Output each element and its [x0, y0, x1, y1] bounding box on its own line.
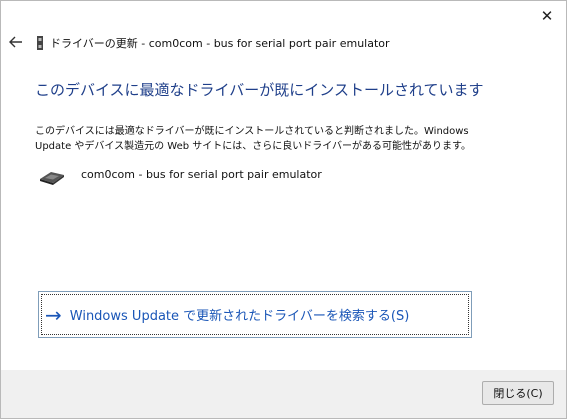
close-icon: ✕: [540, 7, 554, 25]
back-arrow-icon: [9, 36, 22, 48]
device-name: com0com - bus for serial port pair emula…: [81, 168, 322, 181]
window-title: ドライバーの更新 - com0com - bus for serial port…: [36, 35, 390, 51]
window-title-text: ドライバーの更新 - com0com - bus for serial port…: [50, 37, 390, 50]
footer-bar: 閉じる(C): [1, 370, 566, 418]
device-manager-icon: [37, 36, 43, 50]
close-button[interactable]: 閉じる(C): [482, 381, 554, 405]
arrow-right-icon: →: [45, 302, 62, 327]
close-window-button[interactable]: ✕: [536, 7, 558, 25]
update-driver-window: ✕ ドライバーの更新 - com0com - bus for serial po…: [0, 0, 567, 419]
search-windows-update-button[interactable]: → Windows Update で更新されたドライバーを検索する(S): [38, 291, 472, 338]
serial-port-device-icon: [40, 172, 64, 185]
description-text: このデバイスには最適なドライバーが既にインストールされていると判断されました。W…: [35, 126, 472, 152]
page-heading: このデバイスに最適なドライバーが既にインストールされています: [35, 81, 484, 99]
device-row: com0com - bus for serial port pair emula…: [37, 166, 322, 186]
back-button[interactable]: [8, 34, 24, 50]
search-windows-update-label: Windows Update で更新されたドライバーを検索する(S): [69, 309, 410, 324]
